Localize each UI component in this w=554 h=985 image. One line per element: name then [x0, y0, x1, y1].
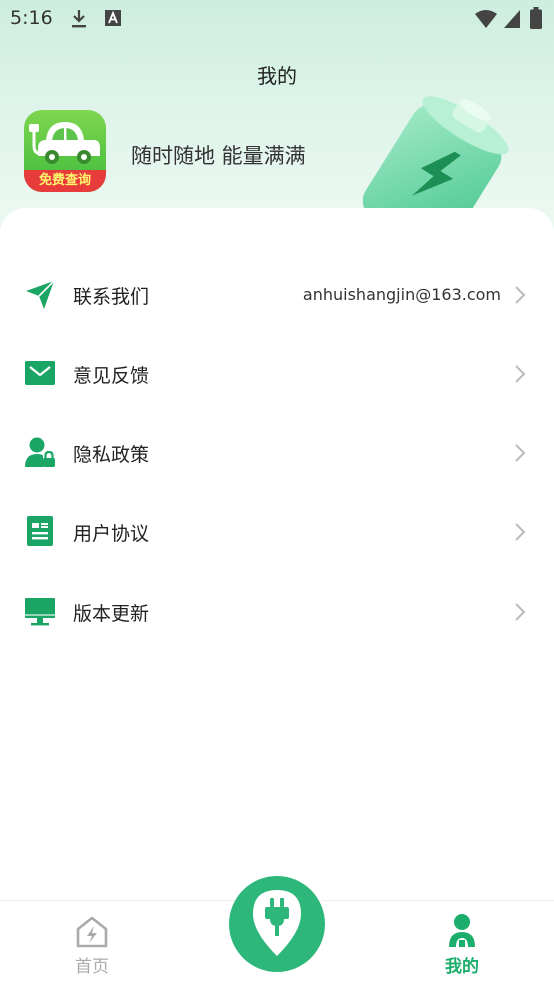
menu-item-label: 联系我们 [73, 286, 150, 308]
menu-item-contact[interactable]: 联系我们 anhuishangjin@163.com [0, 265, 554, 325]
chevron-right-icon [515, 365, 526, 383]
menu-item-label: 隐私政策 [73, 444, 150, 466]
menu-item-update[interactable]: 版本更新 [0, 582, 554, 642]
home-bolt-icon [76, 916, 108, 948]
tab-home-label: 首页 [75, 957, 109, 977]
car-icon [29, 122, 100, 164]
menu-item-privacy[interactable]: 隐私政策 [0, 423, 554, 483]
wifi-icon [475, 10, 497, 28]
menu-item-label: 用户协议 [73, 523, 150, 545]
status-time: 5:16 [10, 7, 53, 29]
user-icon [449, 914, 475, 947]
document-icon [27, 516, 53, 546]
download-icon [72, 10, 86, 28]
signal-icon [504, 10, 520, 28]
chevron-right-icon [515, 444, 526, 462]
slogan: 随时随地 能量满满 [131, 144, 306, 168]
send-icon [26, 280, 55, 309]
charge-center-button[interactable] [229, 876, 325, 972]
menu-item-agreement[interactable]: 用户协议 [0, 502, 554, 562]
page-title: 我的 [257, 64, 297, 88]
chevron-right-icon [515, 603, 526, 621]
battery-icon [530, 7, 542, 29]
chevron-right-icon [515, 286, 526, 304]
user-lock-icon [25, 437, 55, 467]
contact-email: anhuishangjin@163.com [302, 285, 501, 304]
font-icon [105, 10, 121, 26]
menu-item-feedback[interactable]: 意见反馈 [0, 344, 554, 404]
tab-mine[interactable]: 我的 [402, 901, 522, 985]
menu-item-label: 版本更新 [73, 603, 150, 625]
tab-mine-label: 我的 [445, 957, 479, 977]
status-bar: 5:16 [0, 0, 554, 40]
battery-illustration [362, 96, 509, 216]
charge-location-icon [253, 890, 301, 956]
mail-icon [25, 361, 55, 385]
menu-item-label: 意见反馈 [73, 365, 150, 387]
logo-badge: 免费查询 [24, 170, 106, 192]
app-logo: 免费查询 [24, 110, 106, 192]
monitor-icon [25, 598, 55, 626]
chevron-right-icon [515, 523, 526, 541]
tab-home[interactable]: 首页 [32, 901, 152, 985]
